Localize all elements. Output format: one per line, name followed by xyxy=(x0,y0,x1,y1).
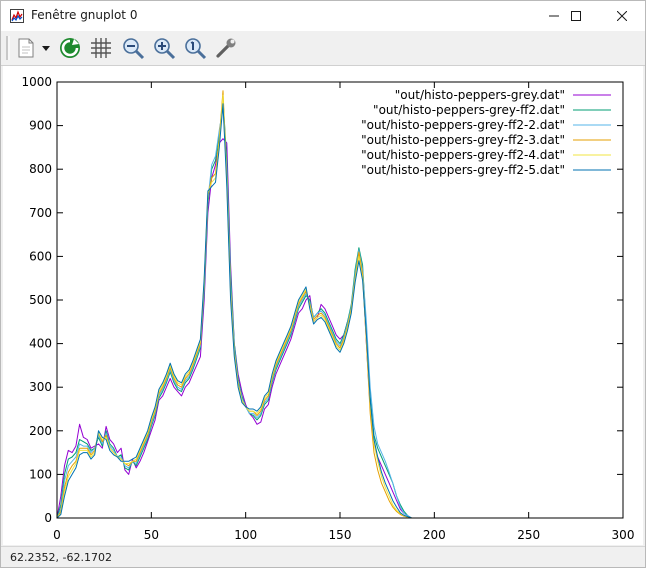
x-tick-label: 150 xyxy=(329,528,352,542)
series-line-1 xyxy=(56,138,548,519)
y-tick-label: 0 xyxy=(44,511,52,525)
y-tick-label: 900 xyxy=(29,119,52,133)
zoom-reset-button[interactable] xyxy=(182,35,208,61)
maximize-button[interactable] xyxy=(553,1,599,31)
zoom-out-button[interactable] xyxy=(120,35,146,61)
legend-entry-label-2: "out/histo-peppers-grey-ff2.dat" xyxy=(373,103,565,117)
x-tick-label: 100 xyxy=(234,528,257,542)
legend-entry-label-6: "out/histo-peppers-grey-ff2-5.dat" xyxy=(361,163,565,177)
toolbar xyxy=(1,31,645,66)
zoom-in-button[interactable] xyxy=(151,35,177,61)
gnuplot-app-icon xyxy=(10,9,24,23)
maximize-icon xyxy=(571,11,581,21)
x-tick-label: 300 xyxy=(612,528,635,542)
dropdown-arrow-icon xyxy=(42,46,50,51)
y-tick-label: 400 xyxy=(29,337,52,351)
toolbar-grip-icon[interactable] xyxy=(6,36,10,60)
copy-dropdown-button[interactable] xyxy=(39,35,53,61)
options-button[interactable] xyxy=(213,35,239,61)
plot-area[interactable]: 0 100 200 300 400 500 600 700 800 900 1000 0 50 100 15… xyxy=(3,66,643,545)
replot-icon xyxy=(60,38,80,58)
options-wrench-icon xyxy=(216,38,236,58)
x-tick-label: 0 xyxy=(53,528,61,542)
y-tick-label: 200 xyxy=(29,424,52,438)
legend-entry-label-3: "out/histo-peppers-grey-ff2-2.dat" xyxy=(361,118,565,132)
status-bar: 62.2352, -62.1702 xyxy=(1,546,645,567)
copy-icon xyxy=(18,38,34,58)
window-title: Fenêtre gnuplot 0 xyxy=(31,8,138,22)
title-bar[interactable]: Fenêtre gnuplot 0 xyxy=(1,1,645,31)
grid-icon xyxy=(91,38,111,58)
grid-button[interactable] xyxy=(88,35,114,61)
x-tick-label: 50 xyxy=(144,528,159,542)
close-button[interactable] xyxy=(599,1,645,31)
legend-entry-label-1: "out/histo-peppers-grey.dat" xyxy=(395,88,565,102)
mouse-coordinates: 62.2352, -62.1702 xyxy=(10,551,112,564)
y-tick-label: 800 xyxy=(29,162,52,176)
legend-entry-label-4: "out/histo-peppers-grey-ff2-3.dat" xyxy=(361,133,565,147)
replot-button[interactable] xyxy=(57,35,83,61)
x-tick-label: 250 xyxy=(517,528,540,542)
zoom-in-icon xyxy=(154,38,176,60)
copy-button[interactable] xyxy=(13,35,39,61)
zoom-reset-icon xyxy=(185,38,207,60)
y-tick-label: 700 xyxy=(29,206,52,220)
zoom-out-icon xyxy=(123,38,145,60)
y-tick-label: 600 xyxy=(29,249,52,263)
y-tick-label: 1000 xyxy=(21,75,52,89)
y-tick-label: 300 xyxy=(29,380,52,394)
close-icon xyxy=(617,11,627,21)
y-tick-label: 500 xyxy=(29,293,52,307)
x-tick-label: 200 xyxy=(423,528,446,542)
y-tick-label: 100 xyxy=(29,467,52,481)
legend-entry-label-5: "out/histo-peppers-grey-ff2-4.dat" xyxy=(361,148,565,162)
gnuplot-window: Fenêtre gnuplot 0 0 100 200 300 400 500 … xyxy=(0,0,646,568)
histogram-chart[interactable]: 0 100 200 300 400 500 600 700 800 900 1000 0 50 100 15… xyxy=(3,66,643,545)
